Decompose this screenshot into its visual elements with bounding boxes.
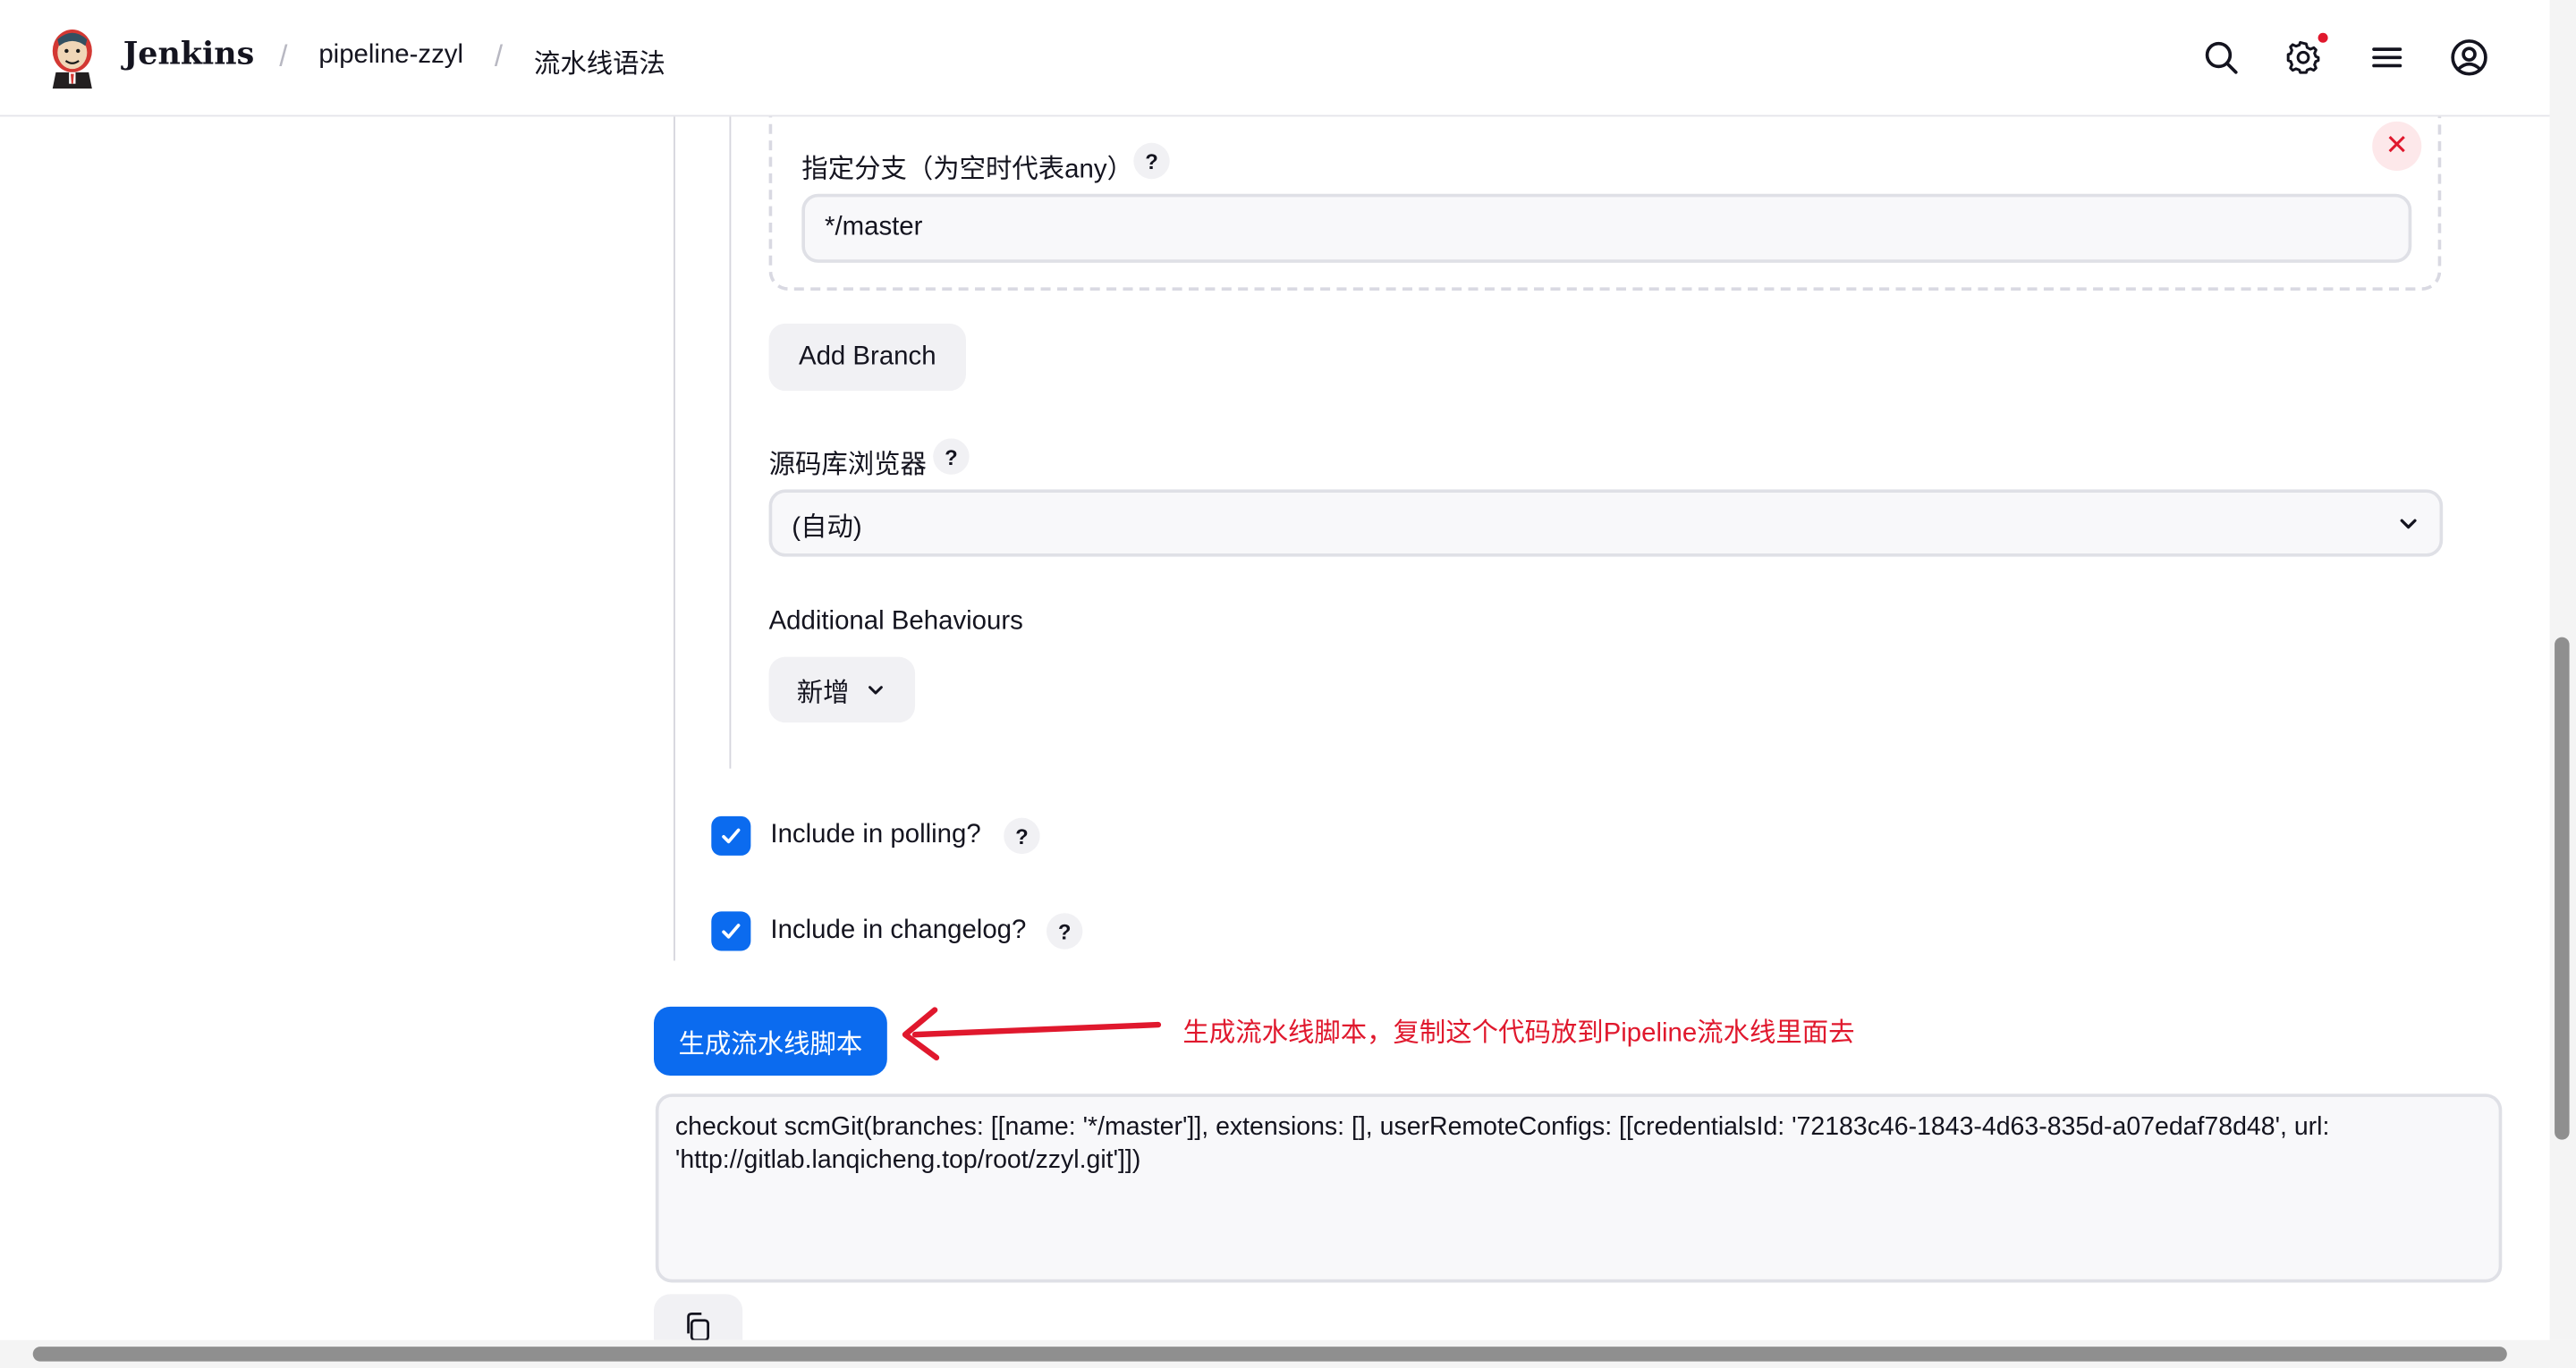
breadcrumb-job[interactable]: pipeline-zzyl	[318, 41, 463, 71]
generate-script-button[interactable]: 生成流水线脚本	[654, 1006, 887, 1077]
include-changelog-checkbox[interactable]	[711, 911, 751, 951]
include-polling-checkbox[interactable]	[711, 815, 751, 856]
help-icon[interactable]: ?	[933, 438, 970, 475]
add-behaviour-label: 新增	[796, 680, 850, 708]
vertical-scroll-thumb[interactable]	[2555, 637, 2570, 1140]
copy-button[interactable]	[654, 1294, 743, 1340]
add-branch-button[interactable]: Add Branch	[768, 323, 966, 392]
gear-icon[interactable]	[2282, 36, 2325, 79]
include-changelog-label[interactable]: Include in changelog?	[770, 916, 1026, 946]
check-icon	[722, 924, 741, 939]
additional-behaviours-label: Additional Behaviours	[768, 607, 1023, 636]
close-icon[interactable]: ✕	[2372, 121, 2422, 172]
notification-dot	[2318, 32, 2328, 43]
search-icon[interactable]	[2199, 36, 2242, 79]
help-icon[interactable]: ?	[1004, 817, 1040, 855]
branch-input[interactable]: */master	[801, 193, 2412, 263]
annotation-arrow	[902, 1007, 1162, 1061]
repo-browser-value: (自动)	[792, 512, 862, 542]
repo-browser-label: 源码库浏览器	[768, 452, 927, 480]
script-output-textarea[interactable]: checkout scmGit(branches: [[name: '*/mas…	[655, 1094, 2503, 1283]
chevron-down-icon	[2400, 518, 2417, 528]
page: Jenkins / pipeline-zzyl / 流水线语法 指定分支（为空时…	[0, 0, 2576, 1368]
breadcrumb-separator: /	[279, 39, 288, 72]
help-icon[interactable]: ?	[1046, 913, 1083, 950]
horizontal-scroll-thumb[interactable]	[32, 1347, 2507, 1362]
repo-browser-select[interactable]: (自动)	[768, 489, 2444, 557]
scrollbar-corner	[2549, 1339, 2576, 1368]
jenkins-logo[interactable]	[46, 26, 98, 89]
branch-label: 指定分支（为空时代表any）	[801, 156, 1133, 184]
section-divider	[674, 116, 675, 961]
include-polling-label[interactable]: Include in polling?	[770, 821, 980, 850]
section-divider	[729, 116, 732, 769]
help-icon[interactable]: ?	[1133, 142, 1170, 180]
check-icon	[722, 828, 741, 844]
user-icon[interactable]	[2448, 36, 2491, 79]
breadcrumb-separator: /	[494, 39, 504, 72]
top-header: Jenkins / pipeline-zzyl / 流水线语法	[0, 0, 2550, 117]
brand-name[interactable]: Jenkins	[123, 36, 255, 72]
annotation-text: 生成流水线脚本，复制这个代码放到Pipeline流水线里面去	[1182, 1019, 1855, 1048]
breadcrumb-pipeline-syntax[interactable]: 流水线语法	[534, 41, 665, 80]
menu-icon[interactable]	[2366, 36, 2409, 79]
copy-icon	[687, 1312, 709, 1340]
chevron-down-icon	[869, 686, 883, 695]
add-behaviour-button[interactable]: 新增	[768, 656, 916, 723]
main-content: 指定分支（为空时代表any） ? ✕ */master Add Branch 源…	[0, 116, 2550, 1340]
